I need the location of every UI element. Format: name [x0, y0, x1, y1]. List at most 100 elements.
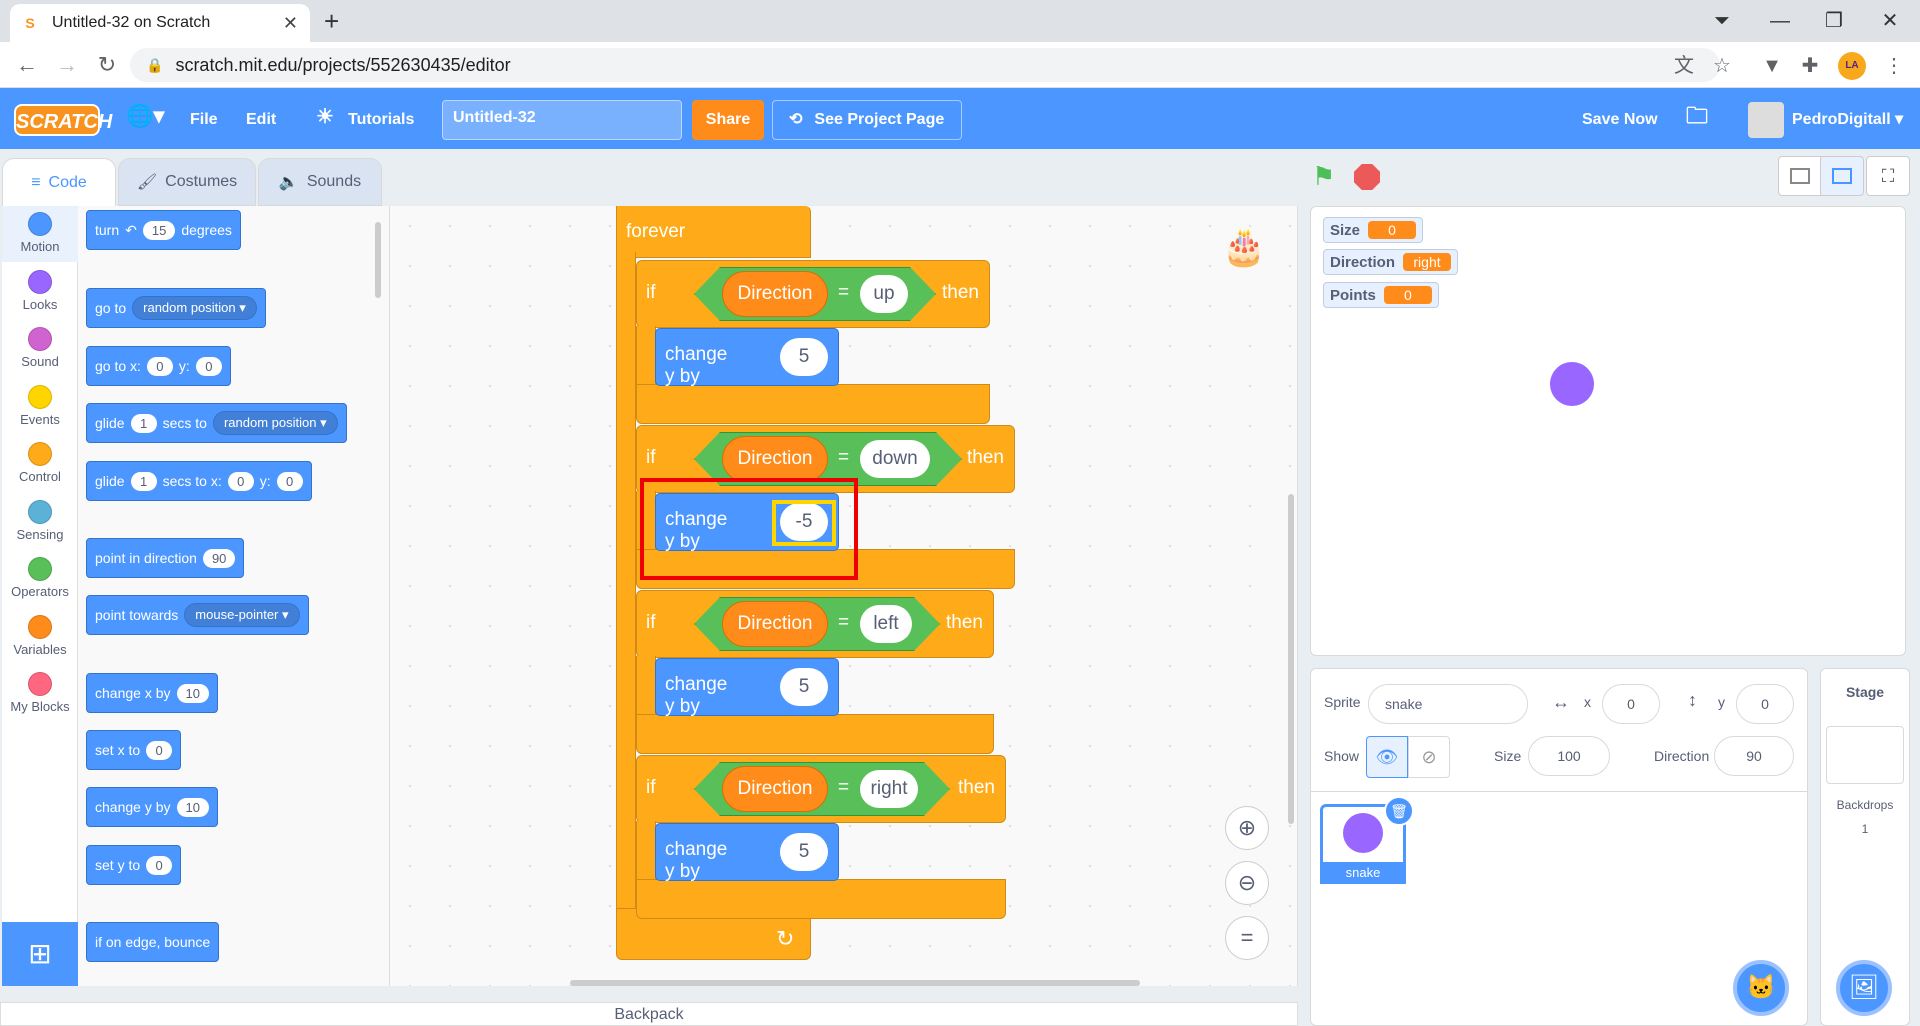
- if-block-arm[interactable]: [636, 656, 656, 716]
- snake-sprite[interactable]: [1550, 362, 1594, 406]
- tutorials-menu[interactable]: Tutorials: [348, 110, 414, 130]
- category-looks[interactable]: Looks: [2, 269, 78, 312]
- category-sensing[interactable]: Sensing: [2, 499, 78, 542]
- forward-icon[interactable]: →: [52, 50, 82, 80]
- back-icon[interactable]: ←: [12, 50, 42, 80]
- change-x-by-block[interactable]: change x by 10: [86, 673, 218, 713]
- category-events[interactable]: Events: [2, 384, 78, 427]
- if-block-foot[interactable]: [636, 879, 1006, 919]
- change-y-value[interactable]: 5: [780, 833, 828, 871]
- if-block-foot[interactable]: [636, 384, 990, 424]
- profile-avatar-icon[interactable]: LA: [1838, 52, 1866, 80]
- change-y-by-block[interactable]: change y by 10: [86, 787, 218, 827]
- project-title-input[interactable]: Untitled-32: [442, 100, 682, 140]
- extension-filter-icon[interactable]: ▼: [1758, 52, 1786, 80]
- translate-icon[interactable]: 文: [1670, 52, 1698, 80]
- share-button[interactable]: Share: [692, 100, 764, 140]
- monitor-size[interactable]: Size 0: [1323, 217, 1424, 243]
- turn-block[interactable]: turn ↶ 15 degrees: [86, 210, 241, 250]
- palette-scrollbar[interactable]: [375, 222, 381, 298]
- tab-sounds[interactable]: 🔈 Sounds: [258, 158, 382, 206]
- glide-to-xy-block[interactable]: glide 1 secs to x: 0 y: 0: [86, 461, 312, 501]
- glide-secs-value[interactable]: 1: [130, 413, 157, 433]
- see-project-page-button[interactable]: ⟲ See Project Page: [772, 100, 962, 140]
- point-towards-block[interactable]: point towards mouse-pointer ▾: [86, 595, 309, 635]
- tab-costumes[interactable]: 🖌 Costumes: [118, 158, 256, 206]
- stop-sign-icon[interactable]: [1354, 164, 1380, 190]
- category-variables[interactable]: Variables: [2, 614, 78, 657]
- delete-sprite-icon[interactable]: 🗑: [1384, 796, 1414, 826]
- go-to-y-value[interactable]: 0: [195, 356, 222, 376]
- zoom-out-button[interactable]: ⊖: [1225, 861, 1269, 905]
- browser-tab[interactable]: S Untitled-32 on Scratch ✕: [10, 4, 310, 42]
- username-menu[interactable]: PedroDigitall ▾: [1792, 110, 1903, 130]
- change-x-value[interactable]: 10: [176, 683, 209, 703]
- change-y-value[interactable]: 5: [780, 668, 828, 706]
- reload-icon[interactable]: ↻: [92, 50, 122, 80]
- category-motion[interactable]: Motion: [2, 212, 78, 254]
- user-avatar[interactable]: [1748, 102, 1784, 138]
- glide-dropdown[interactable]: random position ▾: [212, 411, 338, 435]
- category-sound[interactable]: Sound: [2, 327, 78, 369]
- script-vertical-scrollbar[interactable]: [1288, 494, 1294, 824]
- language-globe-icon[interactable]: 🌐▾: [126, 105, 164, 127]
- minimize-icon[interactable]: —: [1760, 6, 1800, 36]
- condition-value-up[interactable]: up: [860, 275, 908, 313]
- scratch-logo[interactable]: SCRATCH: [14, 104, 112, 136]
- direction-variable-reporter[interactable]: Direction: [722, 436, 828, 482]
- monitor-points[interactable]: Points 0: [1323, 282, 1439, 308]
- go-to-dropdown[interactable]: random position ▾: [132, 296, 257, 320]
- url-field[interactable]: 🔒 scratch.mit.edu/projects/552630435/edi…: [130, 48, 1720, 82]
- chrome-menu-icon[interactable]: ⋮: [1880, 52, 1908, 80]
- condition-value-right[interactable]: right: [860, 770, 918, 808]
- set-x-value[interactable]: 0: [146, 740, 173, 760]
- go-to-block[interactable]: go to random position ▾: [86, 288, 266, 328]
- forever-arm[interactable]: [616, 252, 636, 912]
- edit-menu[interactable]: Edit: [246, 110, 276, 130]
- fullscreen-button[interactable]: ⛶: [1866, 156, 1910, 196]
- size-input[interactable]: 100: [1528, 736, 1610, 776]
- sprite-name-input[interactable]: snake: [1368, 684, 1528, 724]
- direction-variable-reporter[interactable]: Direction: [722, 271, 828, 317]
- stage-thumbnail[interactable]: [1826, 726, 1904, 784]
- change-y-value[interactable]: 10: [176, 797, 209, 817]
- direction-variable-reporter[interactable]: Direction: [722, 601, 828, 647]
- window-close-icon[interactable]: ✕: [1870, 6, 1910, 36]
- point-towards-dropdown[interactable]: mouse-pointer ▾: [184, 603, 300, 627]
- green-flag-icon[interactable]: ⚑: [1312, 162, 1335, 190]
- script-horizontal-scrollbar[interactable]: [570, 980, 1140, 986]
- category-control[interactable]: Control: [2, 442, 78, 484]
- direction-input[interactable]: 90: [1714, 736, 1794, 776]
- if-block-arm[interactable]: [636, 326, 656, 386]
- direction-variable-reporter[interactable]: Direction: [722, 766, 828, 812]
- show-eye-icon[interactable]: 👁: [1366, 736, 1408, 778]
- maximize-icon[interactable]: ❐: [1814, 6, 1854, 36]
- go-to-xy-block[interactable]: go to x: 0 y: 0: [86, 346, 231, 386]
- small-stage-button[interactable]: [1778, 156, 1822, 196]
- glide-secs-value[interactable]: 1: [130, 471, 157, 491]
- change-y-value[interactable]: 5: [780, 338, 828, 376]
- y-input[interactable]: 0: [1736, 684, 1794, 724]
- condition-value-left[interactable]: left: [860, 605, 912, 643]
- if-on-edge-bounce-block[interactable]: if on edge, bounce: [86, 922, 220, 962]
- save-now-button[interactable]: Save Now: [1582, 110, 1658, 130]
- if-block-arm[interactable]: [636, 821, 656, 881]
- glide-y-value[interactable]: 0: [276, 471, 303, 491]
- turn-value[interactable]: 15: [142, 220, 176, 240]
- browser-menu-icon[interactable]: ⏷: [1702, 6, 1742, 36]
- glide-x-value[interactable]: 0: [227, 471, 254, 491]
- close-tab-icon[interactable]: ✕: [283, 13, 298, 34]
- condition-value-down[interactable]: down: [860, 440, 930, 478]
- zoom-in-button[interactable]: ⊕: [1225, 806, 1269, 850]
- my-stuff-folder-icon[interactable]: 🗀: [1686, 105, 1708, 127]
- extensions-puzzle-icon[interactable]: ✚: [1796, 52, 1824, 80]
- if-block-foot[interactable]: [636, 714, 994, 754]
- direction-value[interactable]: 90: [202, 548, 236, 568]
- set-y-to-block[interactable]: set y to 0: [86, 845, 182, 885]
- monitor-direction[interactable]: Direction right: [1323, 249, 1459, 275]
- tab-code[interactable]: ≡ Code: [2, 158, 116, 206]
- stage-canvas[interactable]: Size 0 Direction right Points 0: [1310, 206, 1906, 656]
- zoom-reset-button[interactable]: =: [1225, 916, 1269, 960]
- normal-stage-button[interactable]: [1820, 156, 1864, 196]
- new-tab-icon[interactable]: +: [324, 6, 339, 36]
